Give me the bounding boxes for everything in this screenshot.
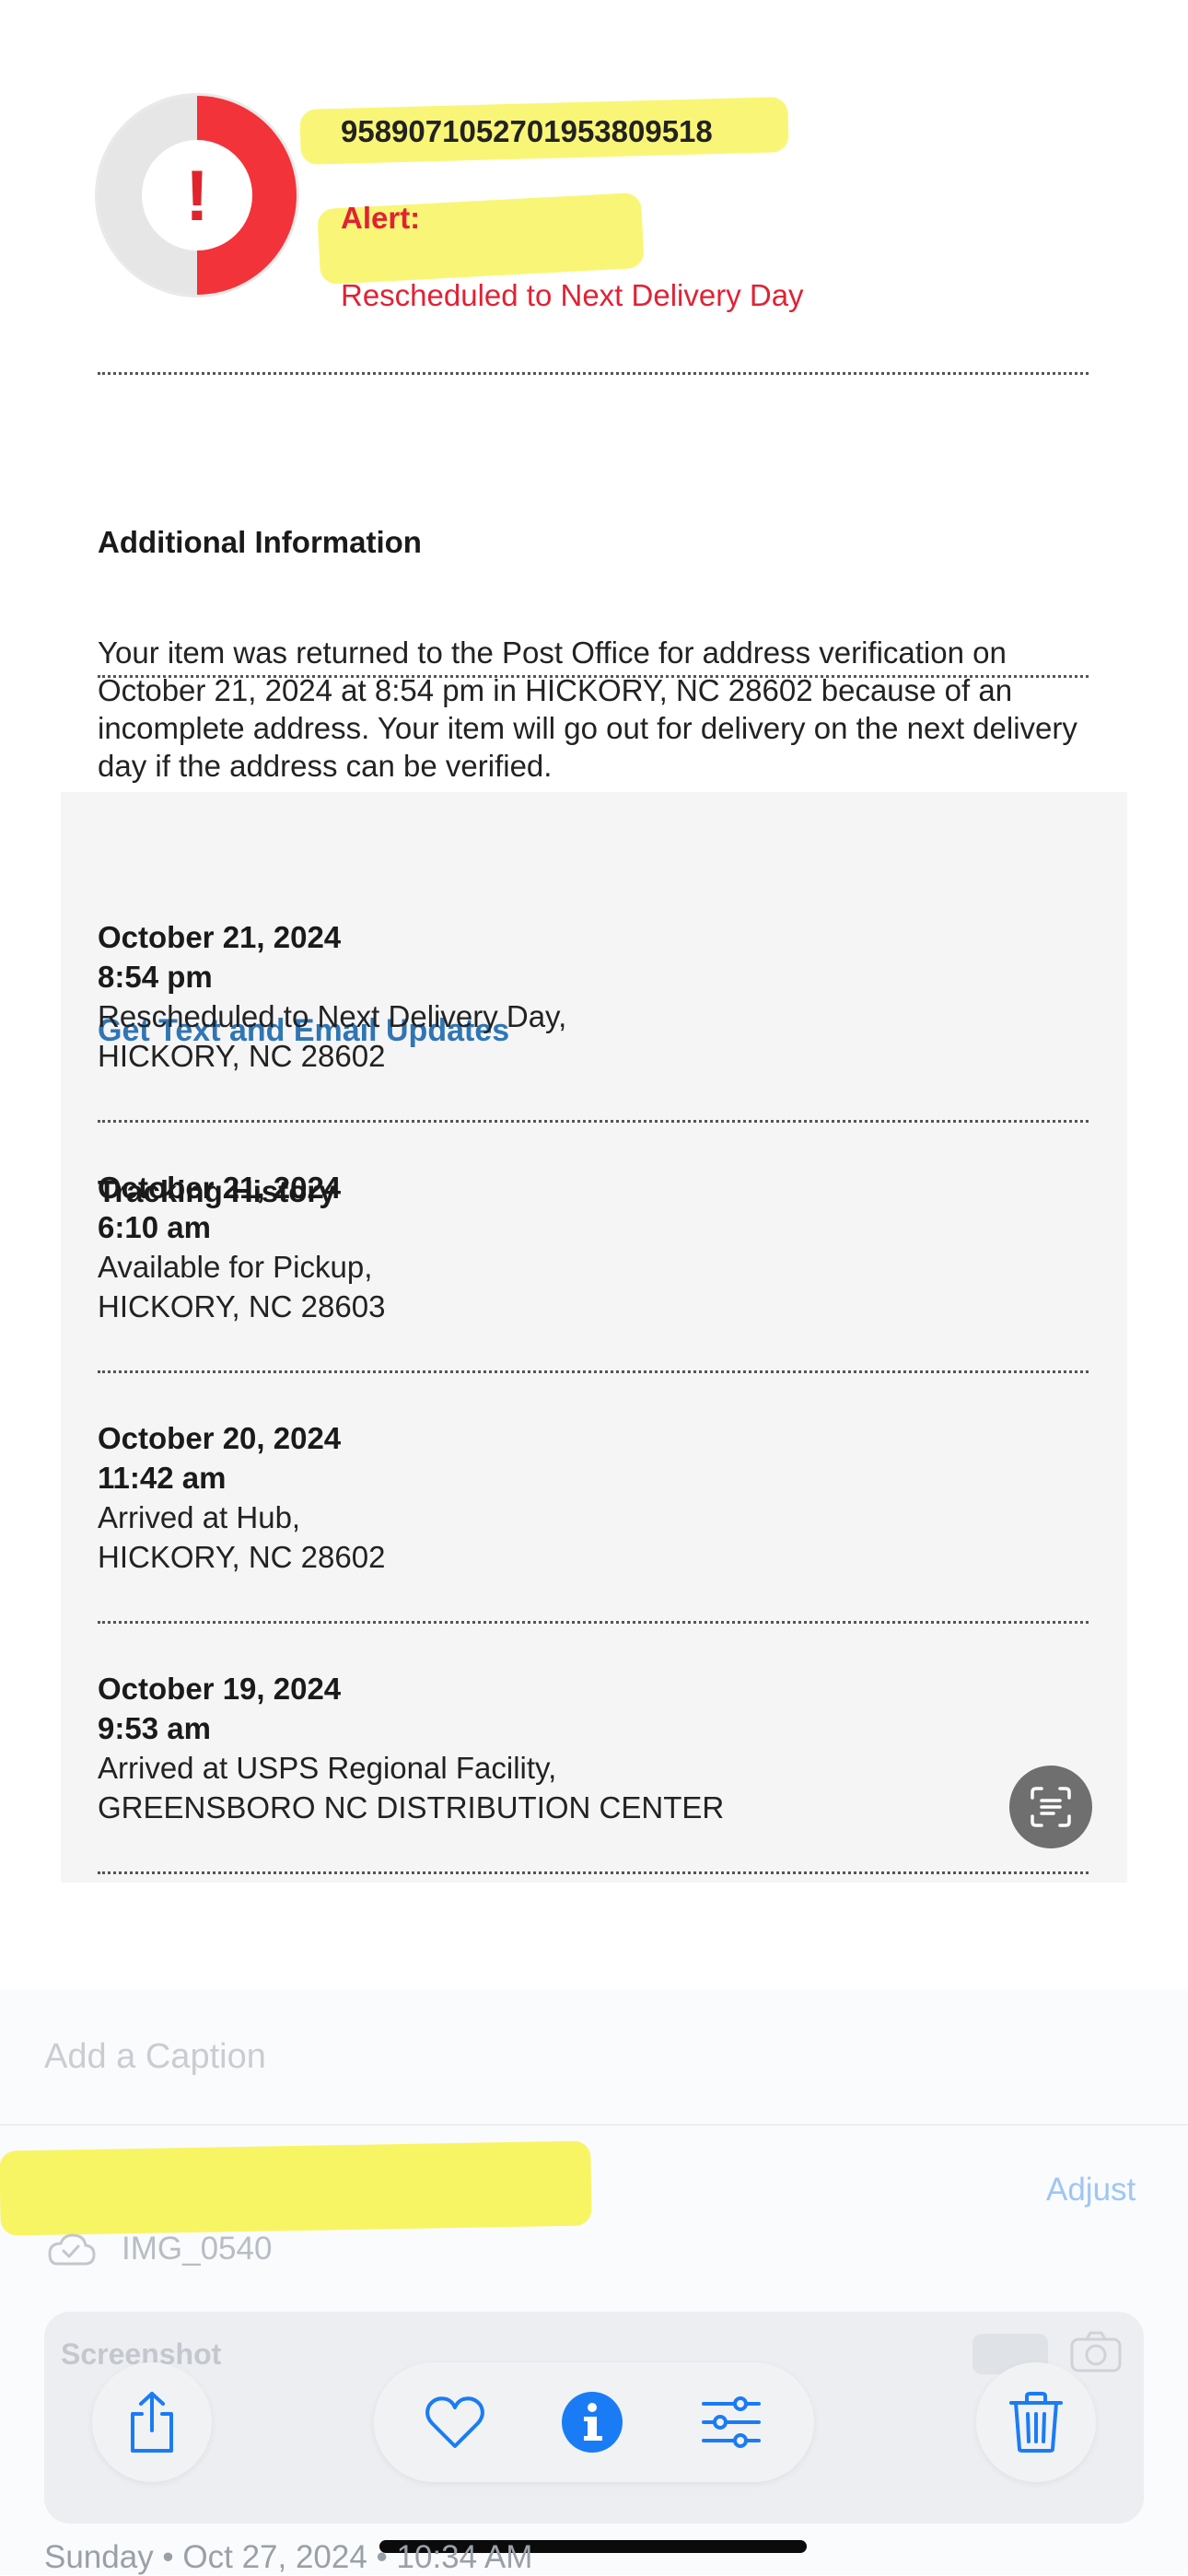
event-time: 8:54 pm: [98, 960, 213, 994]
status-ring: !: [98, 96, 297, 295]
divider: [98, 1871, 1089, 1874]
share-button[interactable]: [92, 2362, 212, 2482]
event-status: Available for Pickup,: [98, 1250, 373, 1284]
event-location: HICKORY, NC 28603: [98, 1289, 386, 1323]
divider: [98, 372, 1089, 375]
info-icon: [562, 2392, 623, 2453]
icloud-synced-icon: [44, 2231, 98, 2272]
delete-button[interactable]: [976, 2362, 1096, 2482]
event-location: HICKORY, NC 28602: [98, 1039, 386, 1073]
event-date: October 21, 2024: [98, 920, 342, 954]
alert-icon: !: [142, 140, 252, 251]
additional-info-body: Your item was returned to the Post Offic…: [98, 635, 1077, 783]
divider: [98, 1621, 1089, 1624]
event-time: 11:42 am: [98, 1461, 227, 1495]
event-location: HICKORY, NC 28602: [98, 1540, 386, 1574]
event-status: Rescheduled to Next Delivery Day,: [98, 999, 567, 1033]
text-scan-icon: [1031, 1787, 1071, 1827]
tracking-number: 9589071052701953809518: [341, 114, 713, 148]
adjust-date-button[interactable]: Adjust: [1046, 2172, 1136, 2209]
event-location: GREENSBORO NC DISTRIBUTION CENTER: [98, 1790, 725, 1824]
history-event: October 19, 2024 9:53 am Arrived at USPS…: [98, 1669, 1019, 1827]
alert-label: Alert:: [341, 201, 421, 235]
event-date: October 20, 2024: [98, 1421, 342, 1455]
divider: [98, 1370, 1089, 1373]
history-event: October 21, 2024 6:10 am Available for P…: [98, 1168, 1019, 1326]
sliders-icon: [702, 2396, 761, 2448]
event-date: October 21, 2024: [98, 1171, 342, 1205]
live-text-button[interactable]: [1009, 1766, 1092, 1848]
divider: [98, 1120, 1089, 1123]
additional-info-heading: Additional Information: [98, 525, 422, 559]
history-event: October 21, 2024 8:54 pm Rescheduled to …: [98, 917, 1019, 1076]
share-icon: [131, 2392, 173, 2453]
trash-icon: [1009, 2392, 1063, 2453]
divider: [0, 2124, 1188, 2126]
highlight-date-line: [0, 2140, 592, 2236]
info-button[interactable]: [560, 2390, 624, 2454]
camera-icon: [1068, 2328, 1124, 2379]
event-time: 9:53 am: [98, 1711, 211, 1745]
favorite-button[interactable]: [420, 2390, 490, 2454]
event-date: October 19, 2024: [98, 1672, 342, 1706]
event-status: Arrived at Hub,: [98, 1500, 301, 1534]
alert-status: Rescheduled to Next Delivery Day: [341, 278, 804, 312]
caption-field[interactable]: Add a Caption: [44, 2037, 266, 2077]
heart-icon: [425, 2396, 484, 2448]
event-status: Arrived at USPS Regional Facility,: [98, 1751, 557, 1785]
photo-date: Sunday • Oct 27, 2024 • 10:34 AM: [44, 2539, 533, 2575]
event-time: 6:10 am: [98, 1210, 211, 1244]
history-event: October 20, 2024 11:42 am Arrived at Hub…: [98, 1418, 1019, 1577]
filename: IMG_0540: [122, 2231, 273, 2267]
edit-button[interactable]: [696, 2390, 766, 2454]
